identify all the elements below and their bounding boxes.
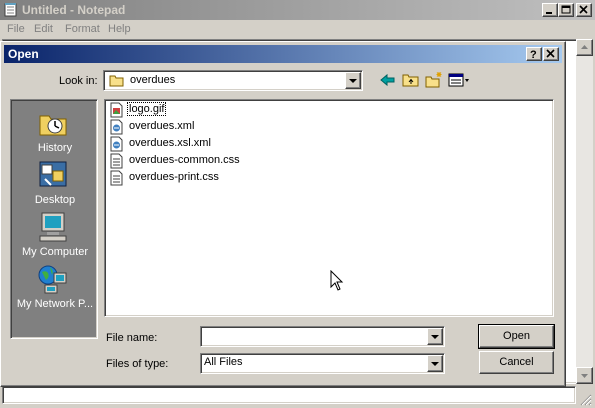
file-name: logo.gif	[126, 102, 167, 116]
file-name-combo[interactable]	[200, 326, 445, 347]
minimize-icon	[546, 12, 552, 14]
size-grip-icon[interactable]	[578, 392, 592, 406]
mouse-pointer-icon	[330, 270, 344, 291]
history-icon	[39, 115, 67, 136]
close-window-button[interactable]	[576, 3, 592, 17]
files-of-type-select[interactable]: All Files	[200, 353, 445, 374]
arrow-down-icon	[581, 374, 588, 378]
css-file-icon	[110, 170, 123, 186]
file-name: overdues-print.css	[129, 171, 219, 183]
chevron-down-icon	[349, 79, 357, 83]
file-name: overdues-common.css	[129, 154, 240, 166]
view-menu-icon[interactable]	[448, 71, 472, 89]
chevron-down-icon	[431, 335, 439, 339]
files-of-type-label: Files of type:	[106, 358, 169, 370]
network-places-icon	[38, 265, 67, 294]
files-of-type-value: All Files	[204, 356, 243, 368]
minimize-button[interactable]	[542, 3, 558, 17]
gif-file-icon	[110, 102, 123, 118]
vertical-scrollbar[interactable]	[576, 39, 593, 384]
folder-open-icon	[109, 75, 124, 87]
scroll-up-button[interactable]	[576, 39, 593, 56]
close-icon	[546, 49, 555, 58]
close-dialog-button[interactable]	[543, 47, 559, 61]
new-folder-icon[interactable]	[424, 71, 444, 89]
help-button[interactable]: ?	[526, 47, 542, 61]
place-desktop[interactable]: Desktop	[11, 159, 99, 211]
question-mark-icon: ?	[530, 49, 537, 60]
close-icon	[579, 5, 588, 14]
chevron-down-icon	[431, 362, 439, 366]
desktop-icon	[39, 161, 67, 187]
file-list[interactable]: logo.gif overdues.xml overdues.xsl.xml o…	[104, 99, 554, 317]
file-name-dropdown-button[interactable]	[427, 328, 443, 345]
place-network[interactable]: My Network P...	[11, 263, 99, 315]
file-name-label: File name:	[106, 332, 158, 344]
notepad-window-title: Untitled - Notepad	[22, 3, 126, 17]
scroll-down-button[interactable]	[576, 367, 593, 384]
menu-file[interactable]: File	[7, 23, 25, 35]
arrow-up-icon	[581, 45, 588, 49]
look-in-combo[interactable]: overdues	[103, 70, 363, 91]
menu-edit[interactable]: Edit	[34, 23, 53, 35]
cancel-button[interactable]: Cancel	[479, 351, 554, 374]
xml-file-icon	[110, 136, 123, 152]
files-of-type-dropdown-button[interactable]	[427, 355, 443, 372]
places-bar: History Desktop My Computer My Network P…	[10, 99, 98, 339]
place-label: Desktop	[34, 194, 76, 206]
place-label: My Computer	[21, 246, 89, 258]
notepad-menu-bar: File Edit Format Help	[0, 20, 595, 39]
notepad-status-bar	[2, 386, 576, 404]
look-in-label: Look in:	[59, 75, 98, 87]
place-label: History	[37, 142, 73, 154]
open-button[interactable]: Open	[478, 324, 555, 349]
back-icon[interactable]	[378, 71, 398, 89]
place-label: My Network P...	[16, 298, 94, 310]
file-name: overdues.xml	[129, 120, 195, 132]
menu-format[interactable]: Format	[65, 23, 100, 35]
notepad-title-bar: Untitled - Notepad	[0, 0, 595, 20]
maximize-icon	[561, 5, 571, 14]
maximize-button[interactable]	[558, 3, 574, 17]
place-my-computer[interactable]: My Computer	[11, 211, 99, 263]
look-in-value: overdues	[130, 74, 176, 86]
notepad-icon	[4, 3, 17, 17]
up-folder-icon[interactable]	[401, 71, 421, 89]
look-in-dropdown-button[interactable]	[345, 72, 361, 89]
file-name: overdues.xsl.xml	[129, 137, 211, 149]
dialog-title-bar: Open ?	[4, 45, 562, 63]
css-file-icon	[110, 153, 123, 169]
menu-help[interactable]: Help	[108, 23, 131, 35]
my-computer-icon	[39, 212, 67, 242]
dialog-title: Open	[8, 47, 39, 61]
xml-file-icon	[110, 119, 123, 135]
svg-text:?: ?	[530, 49, 537, 60]
place-history[interactable]: History	[11, 107, 99, 159]
